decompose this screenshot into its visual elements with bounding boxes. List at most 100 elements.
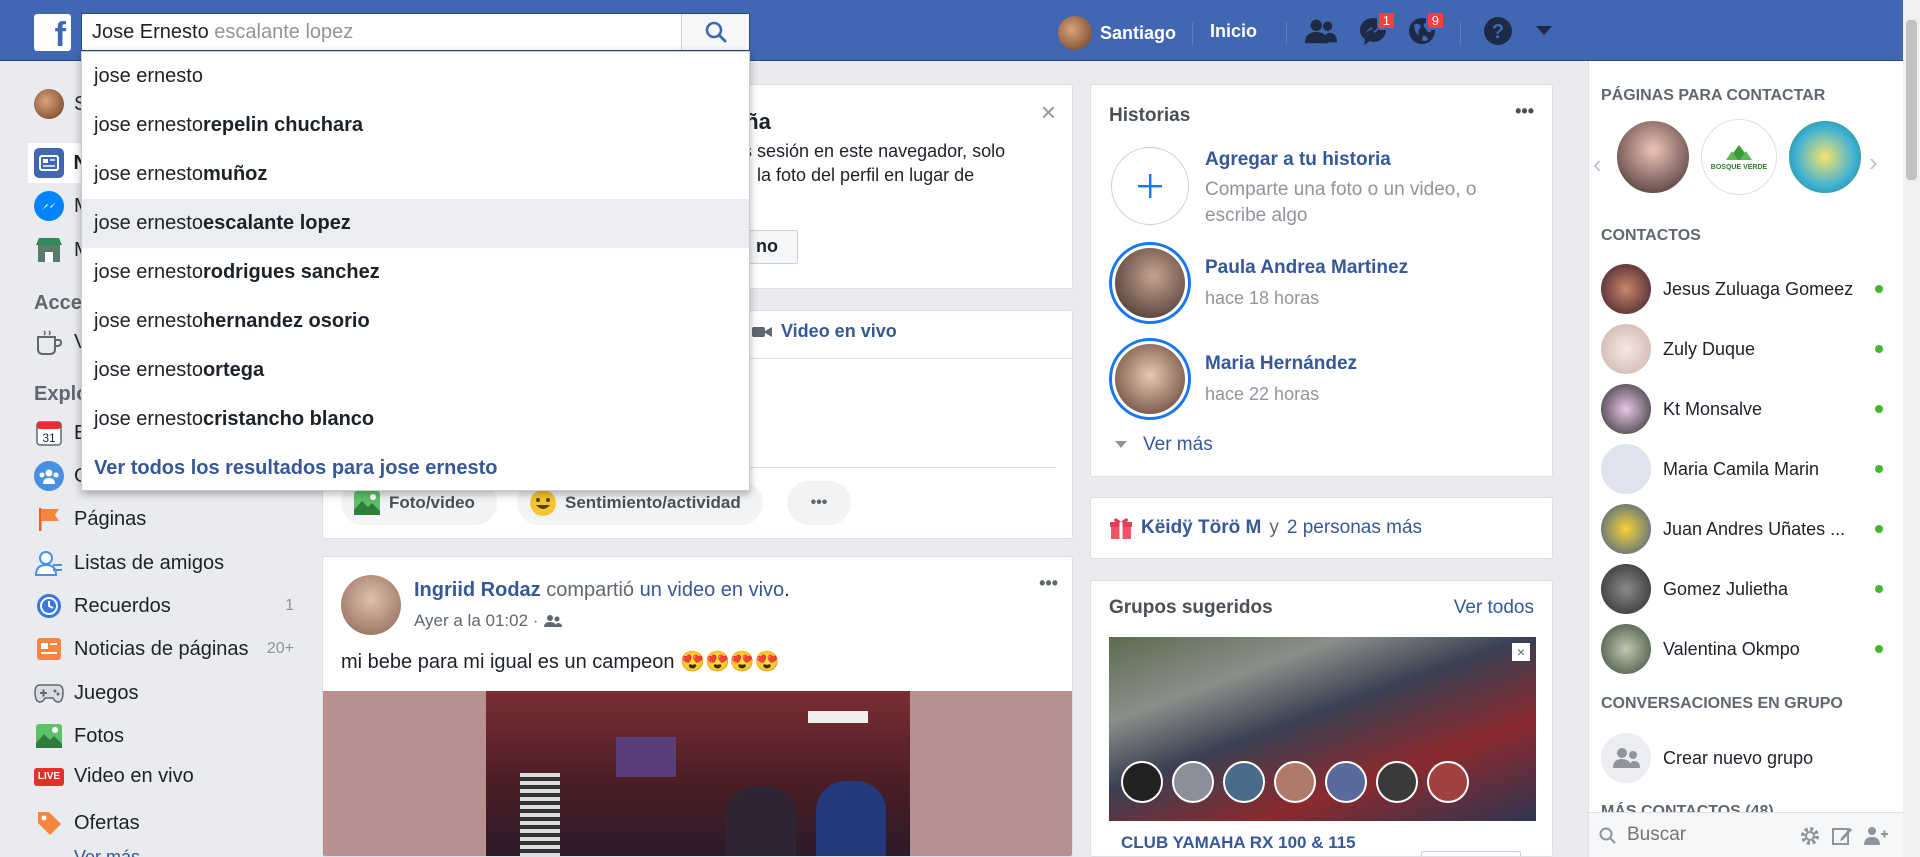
nav-games[interactable]: Juegos xyxy=(34,678,139,708)
contact-item[interactable]: Juan Andres Uñates ... xyxy=(1601,504,1891,554)
story-name[interactable]: Paula Andrea Martinez xyxy=(1205,257,1408,279)
contact-item[interactable]: Kt Monsalve xyxy=(1601,384,1891,434)
profile-link[interactable]: Santiago xyxy=(1058,16,1176,50)
story-time: hace 22 horas xyxy=(1205,384,1320,404)
notifications-globe-icon[interactable]: 9 xyxy=(1405,11,1445,48)
suggestion-item[interactable]: jose ernesto ortega xyxy=(82,346,749,395)
live-video-tab[interactable]: Video en vivo xyxy=(751,321,897,342)
close-icon[interactable]: × xyxy=(1041,97,1056,128)
nav-watch[interactable]: V xyxy=(34,327,87,357)
see-more-link[interactable]: Ver más xyxy=(74,847,140,857)
facebook-logo[interactable]: f xyxy=(34,14,71,54)
contact-item[interactable]: Maria Camila Marin xyxy=(1601,444,1891,494)
pages-feed-icon xyxy=(34,634,64,664)
create-group-icon xyxy=(1601,733,1651,783)
compose-icon[interactable] xyxy=(1831,825,1853,847)
suggestion-item[interactable]: jose ernesto muñoz xyxy=(82,150,749,199)
contact-item[interactable]: Gomez Julietha xyxy=(1601,564,1891,614)
home-link[interactable]: Inicio xyxy=(1210,21,1257,42)
avatar xyxy=(1601,624,1651,674)
more-options-button[interactable]: ••• xyxy=(787,481,851,525)
nav-friend-lists[interactable]: Listas de amigos xyxy=(34,548,224,578)
add-story-desc: Comparte una foto o un video, o xyxy=(1205,179,1477,200)
calendar-icon: 31 xyxy=(34,418,64,448)
gear-icon[interactable] xyxy=(1799,825,1821,847)
nav-news-feed[interactable]: N xyxy=(28,143,88,183)
chevron-left-icon[interactable]: ‹ xyxy=(1593,149,1602,180)
add-friends-icon[interactable] xyxy=(1863,825,1889,847)
friend-requests-icon[interactable] xyxy=(1304,14,1338,48)
online-indicator xyxy=(1875,645,1883,653)
suggestion-item[interactable]: jose ernesto xyxy=(82,52,749,101)
suggestion-item[interactable]: jose ernesto rodrigues sanchez xyxy=(82,248,749,297)
post-timestamp[interactable]: Ayer a la 01:02 · xyxy=(414,611,563,631)
more-contacts-heading: MÁS CONTACTOS (48) xyxy=(1601,803,1774,812)
page-avatar[interactable] xyxy=(1787,119,1863,195)
story-avatar[interactable] xyxy=(1109,338,1191,420)
suggestion-item[interactable]: jose ernesto repelin chuchara xyxy=(82,101,749,150)
member-avatars xyxy=(1121,761,1469,803)
help-icon[interactable]: ? xyxy=(1481,14,1515,48)
chat-search-input[interactable] xyxy=(1627,821,1787,849)
suggestion-item-selected[interactable]: jose ernesto escalante lopez xyxy=(82,199,749,248)
avatar[interactable] xyxy=(341,575,401,635)
person-figure xyxy=(816,781,886,856)
group-cover-image[interactable]: × xyxy=(1109,637,1536,821)
page-avatar[interactable] xyxy=(1615,119,1691,195)
post-menu-button[interactable]: ••• xyxy=(1039,573,1058,594)
post-action-link[interactable]: un video en vivo xyxy=(640,579,785,601)
nav-pages[interactable]: Páginas xyxy=(34,504,146,534)
video-frame xyxy=(486,691,910,856)
stories-menu-button[interactable]: ••• xyxy=(1515,101,1534,122)
birthday-card: Këidÿ Törö M y 2 personas más xyxy=(1090,497,1553,559)
ceiling-light xyxy=(808,711,868,723)
birthday-line[interactable]: Këidÿ Törö M y 2 personas más xyxy=(1109,516,1422,540)
page-avatar[interactable]: BOSQUE VERDE xyxy=(1701,119,1777,195)
screen-shape xyxy=(616,737,676,777)
count-badge: 20+ xyxy=(266,640,294,657)
nav-photos[interactable]: Fotos xyxy=(34,721,124,751)
nav-memories[interactable]: Recuerdos 1 xyxy=(34,591,294,621)
chevron-right-icon[interactable]: › xyxy=(1869,147,1878,178)
nav-events[interactable]: 31 E xyxy=(34,418,87,448)
search-button[interactable] xyxy=(681,14,749,50)
contact-item[interactable]: Jesus Zuluaga Gomeez xyxy=(1601,264,1891,314)
avatar xyxy=(1172,761,1214,803)
story-avatar[interactable] xyxy=(1109,242,1191,324)
nav-pages-feed[interactable]: Noticias de páginas 20+ xyxy=(34,634,294,664)
contact-item[interactable]: Valentina Okmpo xyxy=(1601,624,1891,674)
see-all-groups-link[interactable]: Ver todos xyxy=(1454,597,1534,619)
add-story-desc: escribe algo xyxy=(1205,205,1308,226)
photo-icon xyxy=(354,491,380,515)
story-name[interactable]: Maria Hernández xyxy=(1205,353,1357,375)
nav-offers[interactable]: Ofertas xyxy=(34,808,140,838)
suggestion-item[interactable]: jose ernesto cristancho blanco xyxy=(82,395,749,444)
gift-icon xyxy=(1110,518,1132,539)
add-story-button[interactable] xyxy=(1111,147,1189,225)
post-author-link[interactable]: Ingriid Rodaz xyxy=(414,579,541,601)
messages-badge: 1 xyxy=(1376,11,1396,30)
contact-item[interactable]: Zuly Duque xyxy=(1601,324,1891,374)
search-input[interactable]: Jose Ernesto escalante lopez xyxy=(81,13,750,51)
view-all-results-link[interactable]: Ver todos los resultados para jose ernes… xyxy=(82,444,749,492)
messages-icon[interactable]: 1 xyxy=(1356,11,1396,48)
post-video[interactable] xyxy=(323,691,1072,856)
join-group-button[interactable] xyxy=(1421,851,1521,856)
see-more-stories-link[interactable]: Ver más xyxy=(1115,434,1213,456)
chevron-down-icon[interactable] xyxy=(1527,14,1561,48)
group-name-link[interactable]: CLUB YAMAHA RX 100 & 115 xyxy=(1121,833,1356,853)
close-icon[interactable]: × xyxy=(1512,643,1530,661)
page-scrollbar[interactable] xyxy=(1903,0,1920,857)
divider xyxy=(1286,22,1287,44)
create-group-button[interactable]: Crear nuevo grupo xyxy=(1601,733,1891,783)
search-suggestions-dropdown: jose ernesto jose ernesto repelin chucha… xyxy=(81,51,750,491)
friend-list-icon xyxy=(34,548,64,578)
scrollbar-thumb[interactable] xyxy=(1906,20,1917,180)
suggestion-item[interactable]: jose ernesto hernandez osorio xyxy=(82,297,749,346)
add-story-link[interactable]: Agregar a tu historia xyxy=(1205,149,1391,171)
friends-privacy-icon xyxy=(544,615,563,627)
news-feed-icon xyxy=(34,148,64,178)
nav-profile[interactable]: S xyxy=(34,89,87,119)
nav-live-video[interactable]: LIVE Video en vivo xyxy=(34,765,194,788)
calendar-day: 31 xyxy=(42,431,56,445)
